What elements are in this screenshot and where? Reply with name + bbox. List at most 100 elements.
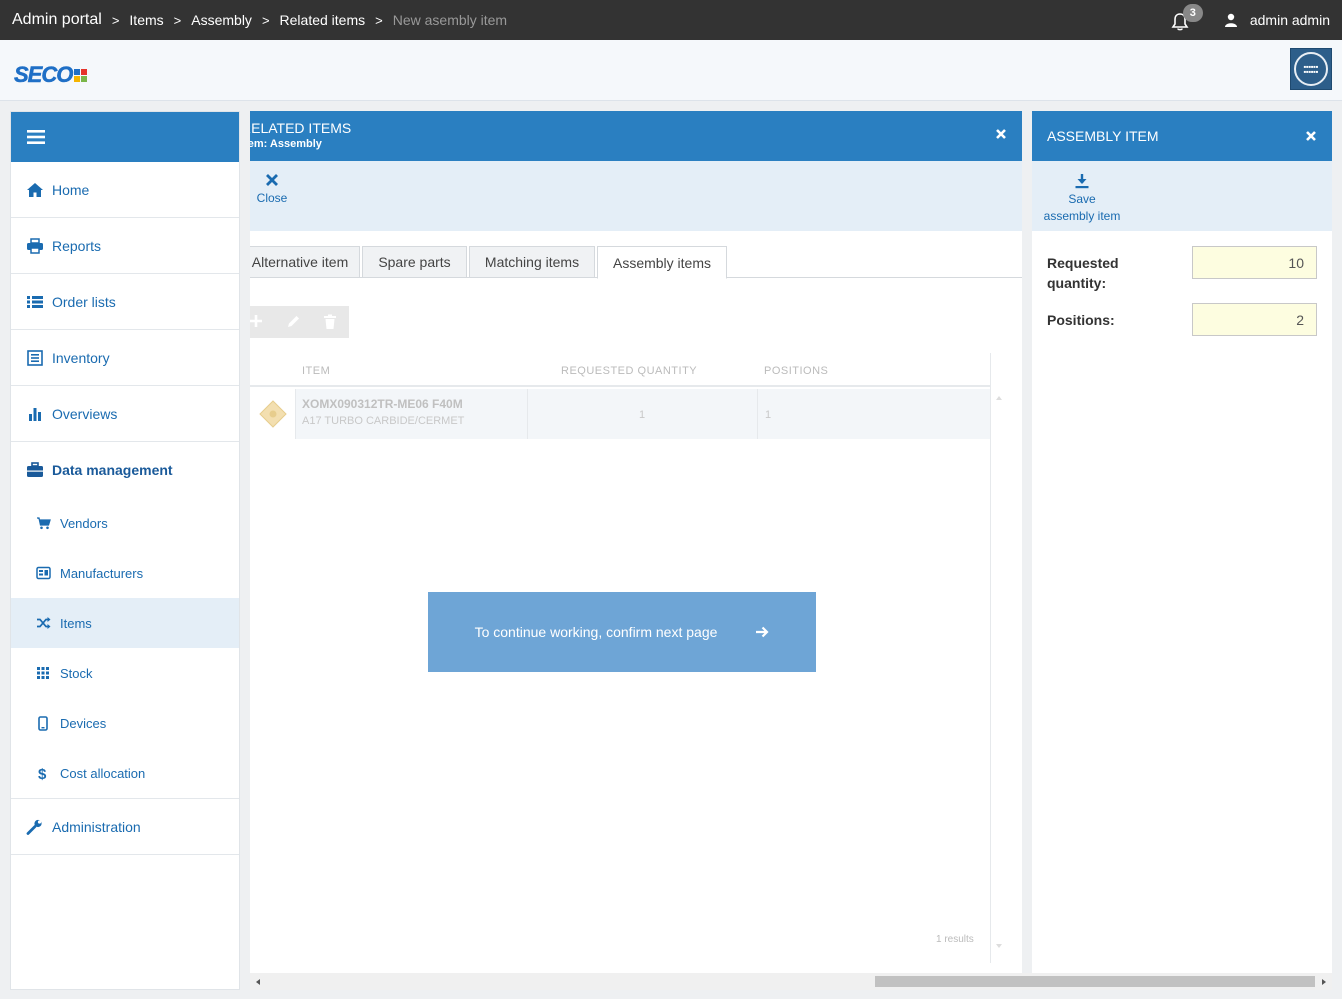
horizontal-scrollbar[interactable] [250,973,1332,990]
grid-vertical-scrollbar[interactable] [990,353,1006,963]
scroll-left-icon [256,979,260,985]
pencil-icon [288,316,299,327]
sidebar-item-home[interactable]: Home [11,162,239,218]
grid-action-bar [250,306,349,338]
inventory-icon [27,349,43,366]
download-icon [1075,174,1089,189]
column-header-positions[interactable]: POSITIONS [764,365,828,377]
breadcrumb-assembly[interactable]: Assembly [191,12,252,28]
breadcrumb-current: New asembly item [392,12,508,28]
add-button[interactable] [250,314,262,333]
logo-squares [74,68,88,82]
sidebar-item-label: Stock [60,665,93,681]
tab-alternative-item[interactable]: Alternative item [250,246,360,278]
label-line: quantity: [1047,275,1107,291]
plus-icon [250,315,262,327]
printer-icon [27,237,43,254]
sidebar-item-label: Overviews [52,405,118,422]
tab-strip: Alternative item Spare parts Matching it… [250,246,1022,279]
arrow-right-icon [756,626,769,638]
top-bar: Admin portal > Items > Assembly > Relate… [0,0,1342,40]
continue-label: To continue working, confirm next page [474,624,718,640]
save-assembly-item-button[interactable]: Save assembly item [1040,173,1124,225]
cart-icon [36,517,51,530]
positions-input[interactable] [1192,303,1317,336]
sidebar-item-devices[interactable]: Devices [11,698,239,748]
notification-badge: 3 [1182,4,1203,22]
list-icon [27,295,43,308]
hamburger-icon [27,130,45,144]
sidebar-item-manufacturers[interactable]: Manufacturers [11,548,239,598]
data-management-submenu: Vendors Manufacturers Items Stock Device… [11,498,239,799]
scrollbar-thumb[interactable] [875,976,1315,987]
table-row[interactable]: XOMX090312TR-ME06 F40M A17 TURBO CARBIDE… [250,389,990,439]
column-header-requested-quantity[interactable]: REQUESTED QUANTITY [561,365,697,377]
device-icon [38,715,48,731]
sidebar-item-label: Home [52,181,90,198]
close-button[interactable]: Close [250,173,294,205]
sidebar-item-administration[interactable]: Administration [11,799,239,855]
sidebar-item-data-management[interactable]: Data management [11,442,239,498]
continue-button[interactable]: To continue working, confirm next page [428,592,816,672]
sidebar-item-label: Reports [52,237,102,254]
menu-toggle[interactable] [11,112,239,162]
sidebar-item-items[interactable]: Items [11,598,239,648]
breadcrumb-separator: > [173,12,182,28]
close-panel-button[interactable] [995,127,1007,145]
close-icon [996,129,1006,139]
related-items-toolbar: Close [250,161,1022,231]
user-menu[interactable]: admin admin [1224,12,1330,28]
tab-label: Matching items [484,254,580,270]
seco-logo: SECO [14,62,88,88]
breadcrumb-items[interactable]: Items [129,12,163,28]
requested-quantity-input[interactable] [1192,246,1317,279]
breadcrumb: Admin portal > Items > Assembly > Relate… [0,11,507,29]
close-panel-button[interactable] [1305,129,1317,147]
breadcrumb-root[interactable]: Admin portal [12,11,102,29]
svg-text:$: $ [38,766,47,781]
scroll-down-icon [996,944,1002,948]
sidebar-item-label: Administration [52,818,141,835]
tab-label: Alternative item [251,254,349,270]
bar-chart-icon [29,407,41,421]
sidebar-item-vendors[interactable]: Vendors [11,498,239,548]
sidebar-item-stock[interactable]: Stock [11,648,239,698]
trash-icon [324,314,336,329]
tab-label: Spare parts [378,254,451,270]
save-label: Save [1068,192,1096,206]
column-header-item[interactable]: ITEM [302,365,330,377]
delete-button[interactable] [323,314,337,335]
scroll-right-icon [1322,979,1326,985]
assembly-item-header: ASSEMBLY ITEM [1032,111,1332,161]
sidebar-item-reports[interactable]: Reports [11,218,239,274]
sidebar-item-overviews[interactable]: Overviews [11,386,239,442]
assembly-item-panel: ASSEMBLY ITEM Save assembly item Request… [1032,111,1332,973]
sidebar-item-label: Devices [60,715,107,731]
related-items-panel: RELATED ITEMS Item: Assembly Close Alter… [250,111,1022,990]
tab-assembly-items[interactable]: Assembly items [597,246,727,279]
positions-label: Positions: [1047,312,1115,328]
breadcrumb-related-items[interactable]: Related items [280,12,366,28]
sidebar-item-inventory[interactable]: Inventory [11,330,239,386]
grid-header: ITEM REQUESTED QUANTITY POSITIONS [250,353,990,387]
close-label: Close [256,191,288,205]
sidebar-item-cost-allocation[interactable]: $ Cost allocation [11,748,239,798]
wrench-icon [26,819,42,835]
sidebar-item-label: Manufacturers [60,565,144,581]
item-name: XOMX090312TR-ME06 F40M [302,397,463,411]
results-count: 1 results [936,934,974,945]
dollar-icon: $ [38,766,47,781]
requested-quantity-label: Requested quantity: [1047,253,1119,293]
tab-label: Assembly items [612,254,712,271]
panel-title: ASSEMBLY ITEM [1047,128,1159,144]
manufacturers-icon [35,566,51,580]
tab-spare-parts[interactable]: Spare parts [362,246,467,278]
panel-title: RELATED ITEMS [250,120,352,136]
logo-bar: SECO ■■■■■■ ■■■■■■ [0,40,1342,101]
sidebar-item-order-lists[interactable]: Order lists [11,274,239,330]
notifications-button[interactable]: 3 [1170,4,1203,32]
breadcrumb-separator: > [375,12,383,28]
home-icon [27,182,43,197]
tab-matching-items[interactable]: Matching items [469,246,595,278]
edit-button[interactable] [285,314,301,335]
